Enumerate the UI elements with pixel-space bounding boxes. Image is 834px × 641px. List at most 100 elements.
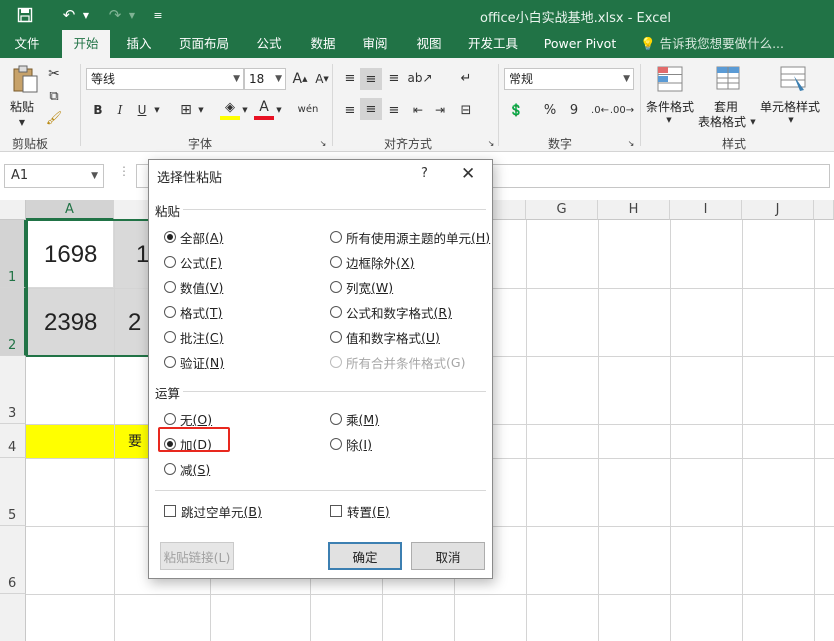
paste-column-widths-option[interactable]: 列宽 (W)	[330, 278, 393, 296]
font-name-box[interactable]: 等线 ▼	[86, 68, 244, 90]
tab-data[interactable]: 数据	[300, 30, 346, 58]
redo-icon[interactable]: ↷	[104, 5, 126, 25]
align-left-icon[interactable]: ≡	[340, 100, 360, 120]
tab-power-pivot[interactable]: Power Pivot	[538, 30, 622, 58]
middle-align-icon[interactable]: ≡	[360, 68, 382, 90]
paste-comments-option[interactable]: 批注 (C)	[164, 328, 224, 346]
paste-all-source-theme-option[interactable]: 所有使用源主题的单元 (H)	[330, 228, 490, 246]
font-size-box[interactable]: 18 ▼	[244, 68, 286, 90]
font-color-icon[interactable]: A	[254, 98, 274, 120]
row-header-3[interactable]: 3	[0, 356, 26, 424]
paste-values-option[interactable]: 数值 (V)	[164, 278, 223, 296]
tab-view[interactable]: 视图	[406, 30, 452, 58]
cell-b2[interactable]: 2	[128, 306, 141, 340]
tab-page-layout[interactable]: 页面布局	[170, 30, 238, 58]
font-size-dropdown-icon[interactable]: ▼	[275, 69, 282, 89]
column-header-i[interactable]: I	[670, 200, 742, 220]
underline-button[interactable]: U	[132, 100, 152, 120]
row-header-7[interactable]	[0, 594, 26, 641]
cell-a1[interactable]: 1698	[44, 238, 97, 272]
increase-indent-icon[interactable]: ⇥	[430, 100, 450, 120]
increase-decimal-icon[interactable]: .0←	[590, 100, 610, 120]
column-header-a[interactable]: A	[26, 200, 114, 220]
font-color-dropdown-icon[interactable]: ▼	[274, 102, 284, 118]
format-as-table-label-2[interactable]: 表格格式	[698, 113, 746, 130]
save-icon[interactable]	[14, 5, 36, 25]
borders-dropdown-icon[interactable]: ▼	[196, 102, 206, 118]
paste-formulas-option[interactable]: 公式 (F)	[164, 253, 222, 271]
cell-b4[interactable]: 要	[128, 430, 142, 452]
cell-styles-icon[interactable]	[778, 64, 808, 94]
font-name-dropdown-icon[interactable]: ▼	[233, 69, 240, 89]
tell-me-box[interactable]: 💡 告诉我您想要做什么...	[640, 30, 784, 58]
paste-values-numbers-option[interactable]: 值和数字格式 (U)	[330, 328, 440, 346]
operation-divide-option[interactable]: 除 (I)	[330, 435, 372, 453]
number-dialog-launcher-icon[interactable]: ↘	[626, 138, 636, 148]
select-all-corner[interactable]	[0, 200, 26, 220]
operation-none-option[interactable]: 无 (O)	[164, 410, 212, 428]
top-align-icon[interactable]: ≡	[340, 68, 360, 88]
tab-review[interactable]: 审阅	[352, 30, 398, 58]
name-box[interactable]: A1 ▼	[4, 164, 104, 188]
help-icon[interactable]: ?	[421, 166, 428, 181]
paste-icon[interactable]	[10, 64, 40, 94]
format-painter-icon[interactable]: 🖌	[44, 108, 64, 128]
row-header-6[interactable]: 6	[0, 526, 26, 594]
ok-button[interactable]: 确定	[328, 542, 402, 570]
copy-icon[interactable]: ⧉	[44, 86, 64, 106]
row-header-5[interactable]: 5	[0, 458, 26, 526]
cut-icon[interactable]: ✂	[44, 64, 64, 84]
decrease-decimal-icon[interactable]: .00→	[610, 100, 634, 120]
font-dialog-launcher-icon[interactable]: ↘	[318, 138, 328, 148]
operation-subtract-option[interactable]: 减 (S)	[164, 460, 210, 478]
fill-color-dropdown-icon[interactable]: ▼	[240, 102, 250, 118]
name-box-dropdown-icon[interactable]: ▼	[91, 165, 98, 187]
wrap-text-icon[interactable]: ↵	[456, 68, 476, 88]
fill-color-icon[interactable]: ◈	[220, 98, 240, 120]
tab-home[interactable]: 开始	[62, 30, 110, 58]
align-right-icon[interactable]: ≡	[384, 100, 404, 120]
decrease-indent-icon[interactable]: ⇤	[408, 100, 428, 120]
italic-button[interactable]: I	[110, 100, 130, 120]
tab-developer[interactable]: 开发工具	[460, 30, 526, 58]
align-center-icon[interactable]: ≡	[360, 98, 382, 120]
column-header-k[interactable]	[814, 200, 834, 220]
bottom-align-icon[interactable]: ≡	[384, 68, 404, 88]
customize-toolbar-icon[interactable]: ≡	[150, 5, 166, 25]
column-header-h[interactable]: H	[598, 200, 670, 220]
number-format-box[interactable]: 常规 ▼	[504, 68, 634, 90]
paste-all-option[interactable]: 全部 (A)	[164, 228, 223, 246]
comma-style-button[interactable]: 9	[564, 100, 584, 120]
phonetic-guide-icon[interactable]: wén	[296, 98, 320, 120]
column-header-j[interactable]: J	[742, 200, 814, 220]
paste-dropdown-icon[interactable]: ▼	[12, 118, 32, 127]
skip-blanks-checkbox[interactable]: 跳过空单元 (B)	[164, 502, 262, 520]
paste-except-borders-option[interactable]: 边框除外 (X)	[330, 253, 414, 271]
column-header-g[interactable]: G	[526, 200, 598, 220]
increase-font-icon[interactable]: A ▲	[290, 70, 310, 88]
format-as-table-dropdown-icon[interactable]: ▼	[748, 116, 758, 128]
format-as-table-icon[interactable]	[714, 64, 744, 94]
paste-formats-option[interactable]: 格式 (T)	[164, 303, 222, 321]
redo-dropdown-icon[interactable]: ▼	[126, 5, 138, 25]
cell-styles-dropdown-icon[interactable]: ▼	[786, 114, 796, 126]
bold-button[interactable]: B	[88, 100, 108, 120]
decrease-font-icon[interactable]: A ▼	[312, 70, 332, 88]
undo-dropdown-icon[interactable]: ▼	[80, 5, 92, 25]
cell-a2[interactable]: 2398	[44, 306, 97, 340]
tab-insert[interactable]: 插入	[116, 30, 162, 58]
underline-dropdown-icon[interactable]: ▼	[152, 102, 162, 118]
cell-styles-label[interactable]: 单元格样式	[760, 98, 820, 115]
close-icon[interactable]: ✕	[461, 164, 475, 184]
undo-icon[interactable]: ↶	[58, 5, 80, 25]
tab-formulas[interactable]: 公式	[246, 30, 292, 58]
percent-style-button[interactable]: %	[540, 100, 560, 120]
accounting-format-icon[interactable]: 💲	[506, 100, 526, 120]
row-header-1[interactable]: 1	[0, 220, 26, 288]
paste-label[interactable]: 粘贴	[10, 98, 34, 115]
operation-multiply-option[interactable]: 乘 (M)	[330, 410, 379, 428]
conditional-formatting-label[interactable]: 条件格式	[646, 98, 694, 115]
tab-file[interactable]: 文件	[4, 30, 50, 58]
orientation-icon[interactable]: ab↗	[407, 68, 432, 88]
conditional-formatting-dropdown-icon[interactable]: ▼	[664, 114, 674, 126]
